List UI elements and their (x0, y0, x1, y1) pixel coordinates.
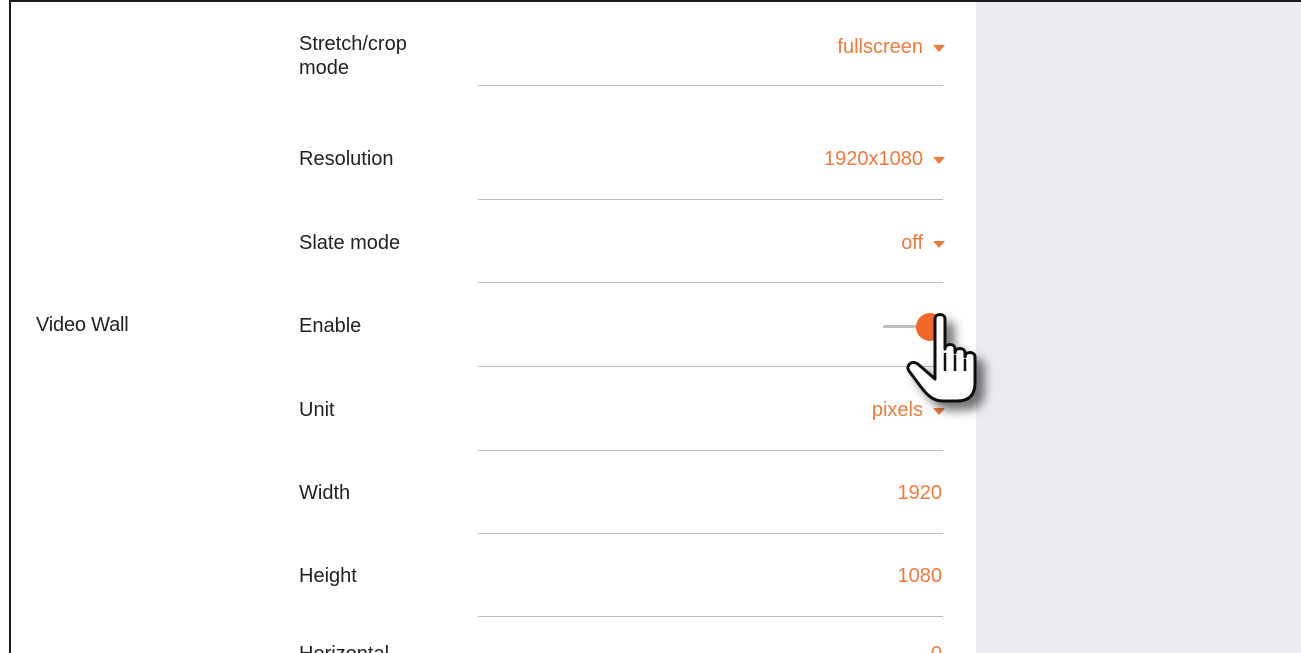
caret-down-icon (933, 44, 945, 52)
slate-mode-value: off (901, 232, 923, 254)
setting-label-stretch-crop-mode: Stretch/crop mode (299, 33, 407, 79)
section-label-video-wall: Video Wall (36, 314, 129, 336)
divider (478, 366, 943, 367)
divider (478, 450, 943, 451)
setting-label-enable: Enable (299, 315, 362, 337)
caret-down-icon (933, 240, 945, 248)
resolution-dropdown[interactable]: 1920x1080 (824, 147, 945, 171)
setting-label-horizontal: Horizontal (299, 642, 389, 653)
slate-mode-dropdown[interactable]: off (901, 231, 945, 255)
divider (478, 616, 943, 617)
caret-down-icon (933, 407, 945, 415)
resolution-value: 1920x1080 (824, 148, 923, 170)
height-input[interactable]: 1080 (898, 564, 943, 588)
unit-dropdown[interactable]: pixels (872, 398, 945, 422)
divider (478, 199, 943, 200)
width-input[interactable]: 1920 (898, 481, 943, 505)
stretch-crop-mode-dropdown[interactable]: fullscreen (837, 35, 945, 59)
caret-down-icon (933, 156, 945, 164)
right-side-panel (976, 2, 1301, 653)
divider (478, 85, 943, 86)
divider (478, 533, 943, 534)
divider (478, 282, 943, 283)
setting-label-unit: Unit (299, 399, 335, 421)
setting-label-resolution: Resolution (299, 148, 394, 170)
setting-label-height: Height (299, 565, 357, 587)
setting-label-width: Width (299, 482, 351, 504)
setting-label-slate-mode: Slate mode (299, 232, 401, 254)
settings-frame: Video Wall Stretch/crop mode fullscreen … (9, 0, 1301, 653)
unit-value: pixels (871, 399, 923, 421)
horizontal-input[interactable]: 0 (931, 642, 942, 653)
toggle-knob (916, 313, 944, 341)
stretch-crop-mode-value: fullscreen (837, 36, 923, 58)
enable-toggle[interactable] (883, 312, 944, 342)
